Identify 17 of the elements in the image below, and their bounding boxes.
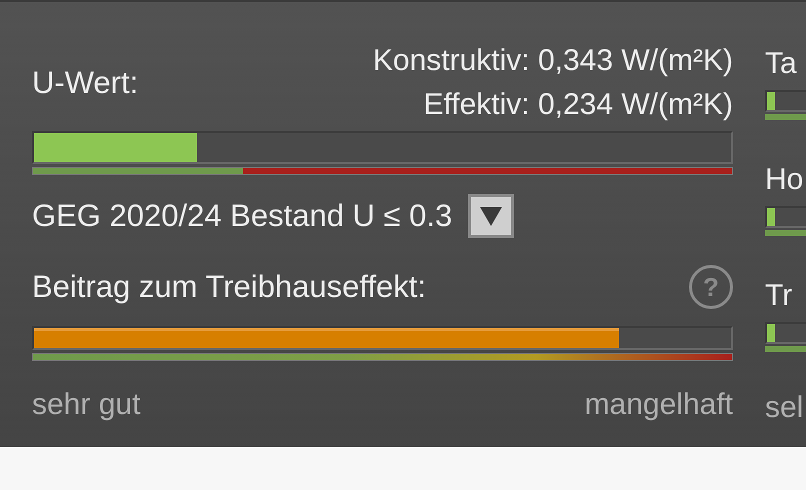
rating-scale bbox=[765, 114, 806, 120]
u-value-reading: Effektiv: 0,234 W/(m²K) bbox=[423, 87, 733, 123]
u-value-reading: Konstruktiv: 0,343 W/(m²K) bbox=[372, 43, 733, 79]
side-label: Tr bbox=[765, 278, 794, 314]
rating-scale bbox=[765, 230, 806, 236]
dropdown-button[interactable] bbox=[468, 194, 514, 238]
rating-label: sehr gut bbox=[32, 387, 140, 423]
rating-scale bbox=[765, 346, 806, 352]
rating-label: mangelhaft bbox=[584, 387, 733, 423]
caret-icon bbox=[479, 205, 504, 227]
side-label: Ta bbox=[765, 46, 798, 82]
greenhouse-label: Beitrag zum Treibhauseffekt: bbox=[32, 268, 426, 306]
help-button[interactable]: ? bbox=[689, 265, 733, 309]
u-value-label: U-Wert: bbox=[32, 64, 138, 102]
side-label: Ho bbox=[765, 162, 804, 198]
rating-label: sel bbox=[765, 390, 804, 426]
standard-label: GEG 2020/24 Bestand U ≤ 0.3 bbox=[32, 197, 452, 235]
